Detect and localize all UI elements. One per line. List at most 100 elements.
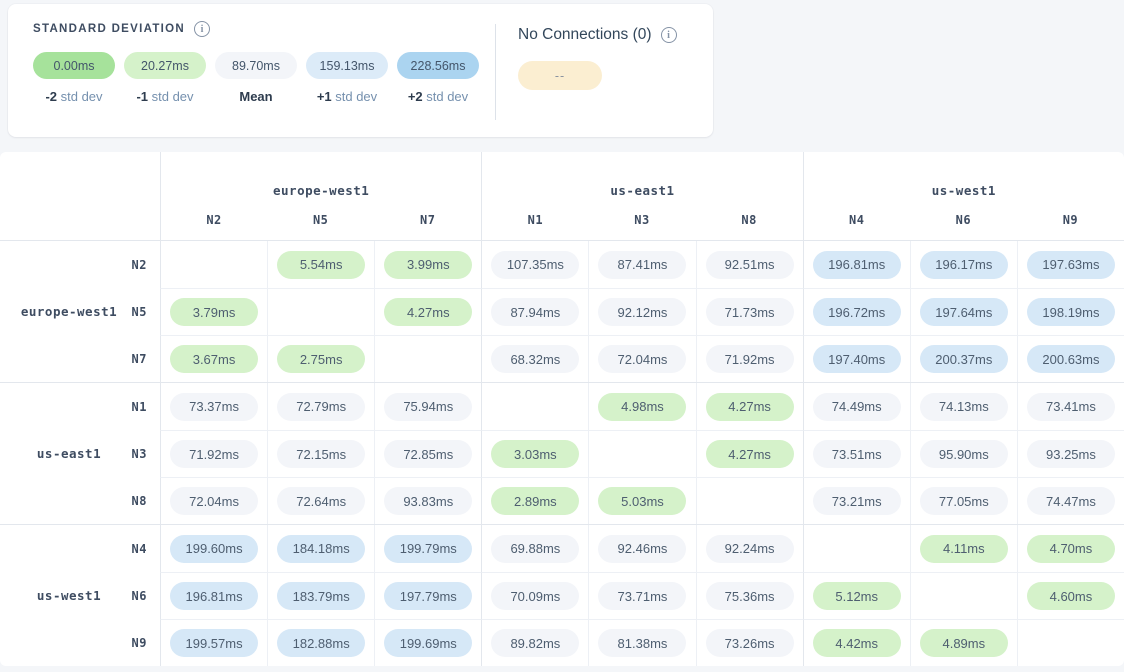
latency-cell-n7-col5: 72.04ms	[588, 335, 695, 382]
latency-pill[interactable]: 4.70ms	[1027, 535, 1115, 563]
latency-cell-n4-col2: 184.18ms	[267, 525, 374, 572]
latency-pill[interactable]: 73.71ms	[598, 582, 686, 610]
latency-pill[interactable]: 199.57ms	[170, 629, 258, 657]
no-connections-pill: --	[518, 61, 602, 90]
latency-pill[interactable]: 93.25ms	[1027, 440, 1115, 468]
latency-pill[interactable]: 75.36ms	[706, 582, 794, 610]
latency-pill[interactable]: 77.05ms	[920, 487, 1008, 515]
latency-pill[interactable]: 5.03ms	[598, 487, 686, 515]
latency-pill[interactable]: 74.49ms	[813, 393, 901, 421]
latency-cell-n3-col5	[588, 430, 695, 477]
latency-pill[interactable]: 92.24ms	[706, 535, 794, 563]
latency-pill[interactable]: 74.47ms	[1027, 487, 1115, 515]
latency-pill[interactable]: 71.73ms	[706, 298, 794, 326]
latency-pill[interactable]: 196.72ms	[813, 298, 901, 326]
std-dev-info-icon[interactable]: i	[194, 21, 210, 37]
latency-cell-n1-col7: 74.49ms	[803, 383, 910, 430]
latency-pill[interactable]: 70.09ms	[491, 582, 579, 610]
latency-pill[interactable]: 182.88ms	[277, 629, 365, 657]
latency-pill[interactable]: 4.27ms	[706, 393, 794, 421]
latency-pill[interactable]: 184.18ms	[277, 535, 365, 563]
latency-cell-n7-col9: 200.63ms	[1017, 335, 1124, 382]
latency-pill[interactable]: 71.92ms	[170, 440, 258, 468]
latency-pill[interactable]: 3.03ms	[491, 440, 579, 468]
latency-pill[interactable]: 73.26ms	[706, 629, 794, 657]
legend-card: STANDARD DEVIATION i 0.00ms20.27ms89.70m…	[8, 4, 713, 137]
latency-pill[interactable]: 197.64ms	[920, 298, 1008, 326]
latency-pill[interactable]: 200.63ms	[1027, 345, 1115, 373]
latency-pill[interactable]: 198.19ms	[1027, 298, 1115, 326]
latency-pill[interactable]: 196.81ms	[170, 582, 258, 610]
latency-pill[interactable]: 197.40ms	[813, 345, 901, 373]
latency-pill[interactable]: 199.69ms	[384, 629, 472, 657]
matrix-row-n8: N872.04ms72.64ms93.83ms2.89ms5.03ms73.21…	[0, 477, 1124, 524]
latency-pill[interactable]: 74.13ms	[920, 393, 1008, 421]
latency-pill[interactable]: 73.51ms	[813, 440, 901, 468]
latency-pill[interactable]: 95.90ms	[920, 440, 1008, 468]
latency-pill[interactable]: 199.79ms	[384, 535, 472, 563]
latency-pill[interactable]: 4.11ms	[920, 535, 1008, 563]
latency-pill[interactable]: 68.32ms	[491, 345, 579, 373]
latency-pill[interactable]: 4.98ms	[598, 393, 686, 421]
latency-cell-n3-col4: 3.03ms	[481, 430, 588, 477]
latency-pill[interactable]: 92.12ms	[598, 298, 686, 326]
latency-pill[interactable]: 72.64ms	[277, 487, 365, 515]
latency-pill[interactable]: 3.79ms	[170, 298, 258, 326]
col-header-n1: N1	[481, 200, 588, 240]
latency-cell-n9-col8: 4.89ms	[910, 619, 1017, 666]
latency-pill[interactable]: 196.17ms	[920, 251, 1008, 279]
latency-pill[interactable]: 4.60ms	[1027, 582, 1115, 610]
latency-pill[interactable]: 73.21ms	[813, 487, 901, 515]
latency-pill[interactable]: 72.85ms	[384, 440, 472, 468]
latency-pill[interactable]: 92.46ms	[598, 535, 686, 563]
latency-pill[interactable]: 72.04ms	[598, 345, 686, 373]
latency-pill[interactable]: 2.75ms	[277, 345, 365, 373]
latency-pill[interactable]: 107.35ms	[491, 251, 579, 279]
latency-pill[interactable]: 183.79ms	[277, 582, 365, 610]
latency-pill[interactable]: 72.04ms	[170, 487, 258, 515]
latency-pill[interactable]: 73.41ms	[1027, 393, 1115, 421]
no-connections-info-icon[interactable]: i	[661, 27, 677, 43]
legend-pill-mean: 89.70ms	[215, 52, 297, 79]
latency-pill[interactable]: 93.83ms	[384, 487, 472, 515]
latency-pill[interactable]: 4.42ms	[813, 629, 901, 657]
matrix-row-n5: N53.79ms4.27ms87.94ms92.12ms71.73ms196.7…	[0, 288, 1124, 335]
latency-pill[interactable]: 69.88ms	[491, 535, 579, 563]
latency-pill[interactable]: 89.82ms	[491, 629, 579, 657]
matrix-row-n6: N6196.81ms183.79ms197.79ms70.09ms73.71ms…	[0, 572, 1124, 619]
latency-pill[interactable]: 87.94ms	[491, 298, 579, 326]
latency-pill[interactable]: 87.41ms	[598, 251, 686, 279]
latency-cell-n5-col1: 3.79ms	[160, 288, 267, 335]
latency-cell-n4-col9: 4.70ms	[1017, 525, 1124, 572]
latency-cell-n4-col3: 199.79ms	[374, 525, 481, 572]
latency-pill[interactable]: 5.54ms	[277, 251, 365, 279]
col-header-n2: N2	[160, 200, 267, 240]
latency-pill[interactable]: 3.99ms	[384, 251, 472, 279]
latency-cell-n4-col4: 69.88ms	[481, 525, 588, 572]
latency-pill[interactable]: 72.15ms	[277, 440, 365, 468]
latency-cell-n1-col9: 73.41ms	[1017, 383, 1124, 430]
latency-pill[interactable]: 71.92ms	[706, 345, 794, 373]
latency-cell-n2-col2: 5.54ms	[267, 241, 374, 288]
col-header-n8: N8	[696, 200, 803, 240]
latency-pill[interactable]: 5.12ms	[813, 582, 901, 610]
latency-pill[interactable]: 72.79ms	[277, 393, 365, 421]
latency-cell-n5-col9: 198.19ms	[1017, 288, 1124, 335]
latency-pill[interactable]: 199.60ms	[170, 535, 258, 563]
latency-pill[interactable]: 196.81ms	[813, 251, 901, 279]
latency-pill[interactable]: 200.37ms	[920, 345, 1008, 373]
row-region-label-europe-west1: europe-west1	[0, 241, 138, 382]
latency-pill[interactable]: 197.63ms	[1027, 251, 1115, 279]
latency-pill[interactable]: 92.51ms	[706, 251, 794, 279]
latency-pill[interactable]: 4.27ms	[706, 440, 794, 468]
matrix-row-n4: N4199.60ms184.18ms199.79ms69.88ms92.46ms…	[0, 525, 1124, 572]
latency-pill[interactable]: 197.79ms	[384, 582, 472, 610]
latency-pill[interactable]: 75.94ms	[384, 393, 472, 421]
latency-pill[interactable]: 4.89ms	[920, 629, 1008, 657]
latency-pill[interactable]: 73.37ms	[170, 393, 258, 421]
latency-pill[interactable]: 3.67ms	[170, 345, 258, 373]
latency-pill[interactable]: 2.89ms	[491, 487, 579, 515]
latency-cell-n1-col4	[481, 383, 588, 430]
latency-pill[interactable]: 4.27ms	[384, 298, 472, 326]
latency-pill[interactable]: 81.38ms	[598, 629, 686, 657]
